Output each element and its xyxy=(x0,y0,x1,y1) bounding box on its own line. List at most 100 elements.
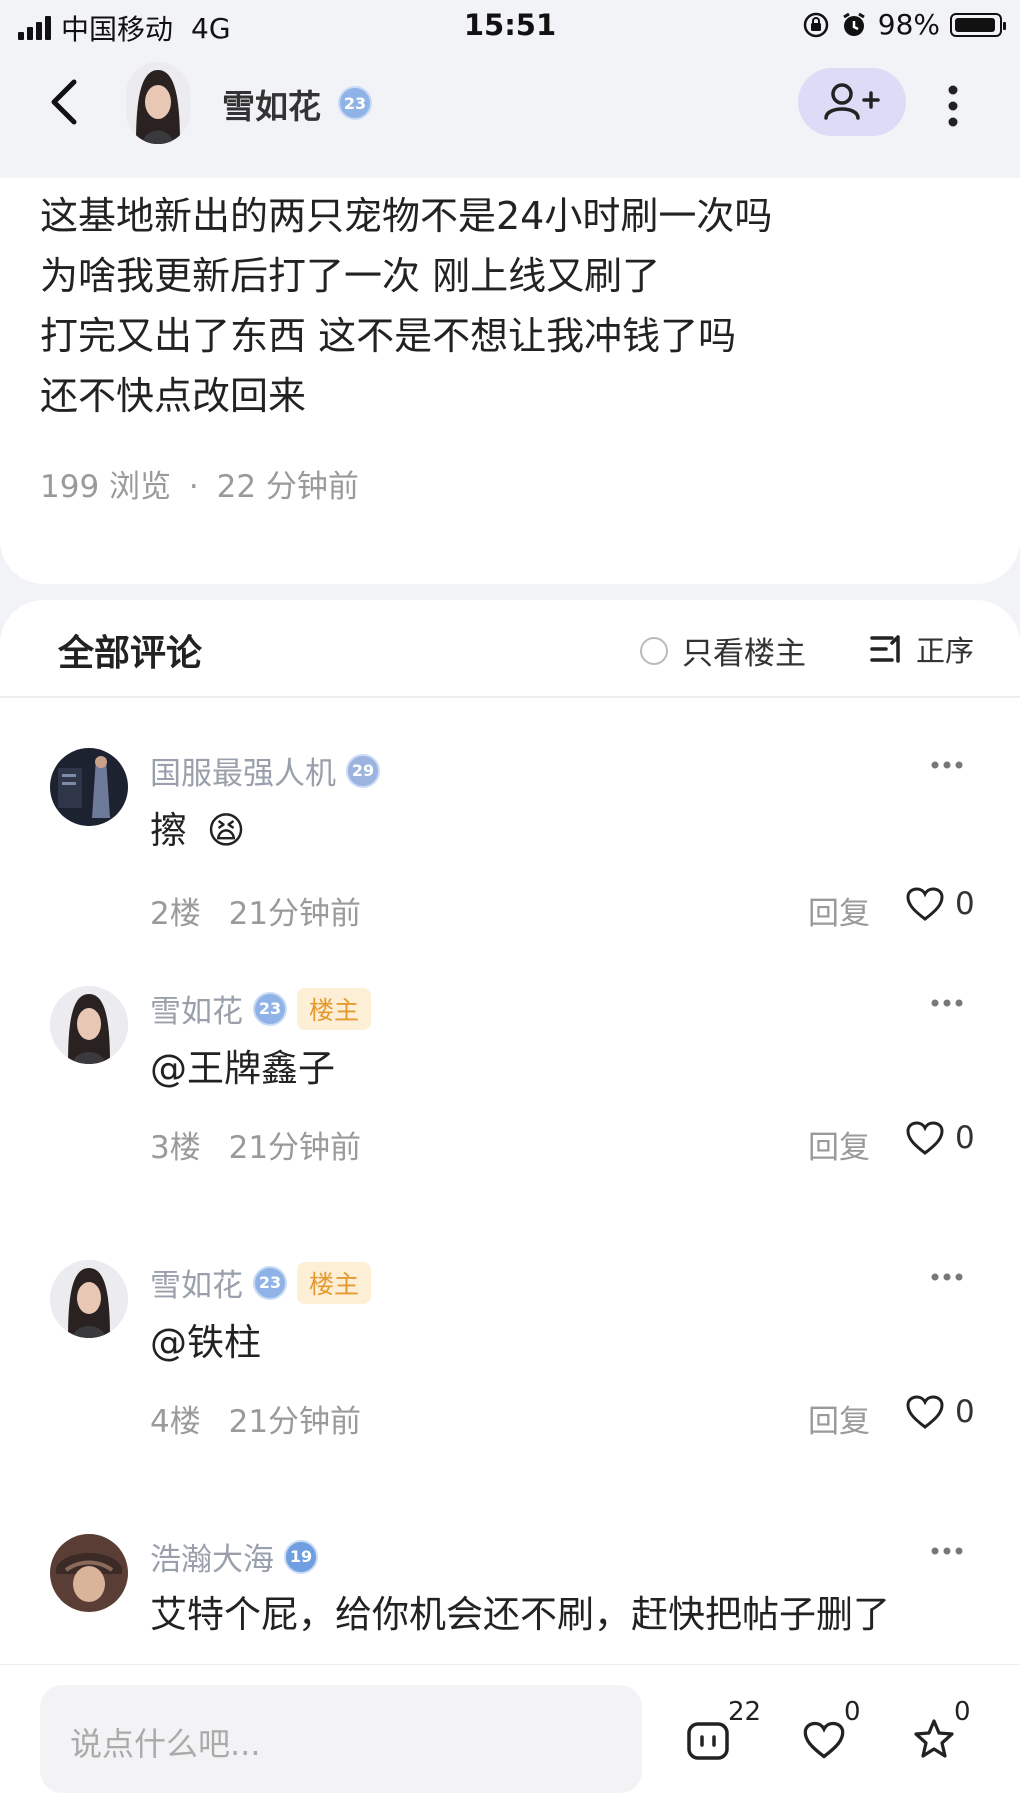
only-op-toggle[interactable]: 只看楼主 xyxy=(640,628,806,673)
battery-icon xyxy=(950,12,1006,37)
comment-time: 21分钟前 xyxy=(228,1404,362,1440)
commenter-avatar[interactable] xyxy=(50,1534,128,1612)
commenter-name[interactable]: 浩瀚大海 xyxy=(150,1534,274,1579)
like-button[interactable]: 0 xyxy=(905,886,975,922)
star-icon xyxy=(914,1719,954,1758)
sort-toggle[interactable]: 正序 xyxy=(870,628,974,670)
comment-text-body: 擦 xyxy=(150,809,187,852)
level-badge: 29 xyxy=(346,753,380,788)
more-vertical-icon[interactable] xyxy=(945,84,961,128)
comment-footer: 4楼 21分钟前 xyxy=(150,1396,361,1441)
commenter-name-row: 浩瀚大海 19 xyxy=(150,1534,318,1579)
anime-character-avatar-icon xyxy=(50,1534,128,1612)
comment-time: 21分钟前 xyxy=(228,896,362,932)
op-badge: 楼主 xyxy=(297,987,372,1030)
comment-text: 艾特个屁，给你机会还不刷，赶快把帖子删了 xyxy=(150,1593,890,1636)
comment-text: @王牌鑫子 xyxy=(150,1047,335,1090)
favorite-button[interactable]: 0 xyxy=(912,1697,992,1775)
tired-face-emoji-icon: 😫 xyxy=(206,809,246,852)
commenter-name[interactable]: 国服最强人机 xyxy=(150,748,336,793)
post-header: 雪如花 23 xyxy=(0,52,1020,178)
post-line: 这基地新出的两只宠物不是24小时刷一次吗 xyxy=(40,194,773,238)
radio-icon xyxy=(640,636,668,665)
more-horizontal-icon[interactable] xyxy=(930,1272,964,1282)
status-right: 98% xyxy=(802,8,1006,41)
comment-time: 21分钟前 xyxy=(228,1130,362,1166)
alarm-icon xyxy=(842,12,865,36)
female-portrait-avatar-icon xyxy=(50,986,128,1064)
commenter-name-row: 雪如花 23 楼主 xyxy=(150,986,372,1031)
comment-item: 雪如花 23 楼主 @王牌鑫子 3楼 21分钟前 回复 0 xyxy=(0,986,1020,1256)
author-name[interactable]: 雪如花 xyxy=(222,80,321,128)
comment-item: 国服最强人机 29 擦 😫 2楼 21分钟前 回复 0 xyxy=(0,748,1020,1018)
like-count: 0 xyxy=(955,1394,975,1430)
post-like-count: 0 xyxy=(844,1697,861,1727)
post-line: 为啥我更新后打了一次 刚上线又刷了 xyxy=(40,254,661,298)
like-count: 0 xyxy=(955,1120,975,1156)
more-horizontal-icon[interactable] xyxy=(930,998,964,1008)
comment-text: 擦 😫 xyxy=(150,800,245,854)
level-badge: 19 xyxy=(284,1539,318,1574)
more-horizontal-icon[interactable] xyxy=(930,760,964,770)
op-badge: 楼主 xyxy=(297,1261,372,1304)
comment-icon xyxy=(687,1722,729,1760)
like-button[interactable]: 0 xyxy=(905,1394,975,1430)
post-time: 22 分钟前 xyxy=(216,469,359,505)
status-bar: 中国移动 4G 15:51 98% xyxy=(0,0,1020,52)
favorite-count: 0 xyxy=(954,1697,971,1727)
floor-number: 3楼 xyxy=(150,1130,201,1166)
commenter-name-row: 国服最强人机 29 xyxy=(150,748,380,793)
comment-count-button[interactable]: 22 xyxy=(686,1697,766,1775)
bottom-action-bar: 说点什么吧... 22 0 0 xyxy=(0,1664,1020,1814)
reply-button[interactable]: 回复 xyxy=(808,1396,870,1441)
comments-title: 全部评论 xyxy=(58,633,203,674)
comment-footer: 2楼 21分钟前 xyxy=(150,888,361,933)
follow-button[interactable] xyxy=(798,68,906,136)
level-badge: 23 xyxy=(253,991,287,1026)
commenter-name[interactable]: 雪如花 xyxy=(150,1260,243,1305)
commenter-avatar[interactable] xyxy=(50,748,128,826)
level-badge: 23 xyxy=(338,86,372,120)
comments-section: 全部评论 只看楼主 正序 国服最强人机 29 擦 😫 2楼 21分钟前 回复 0… xyxy=(0,600,1020,1813)
commenter-name[interactable]: 雪如花 xyxy=(150,986,243,1031)
heart-icon xyxy=(906,1395,944,1429)
sort-icon xyxy=(870,635,900,663)
post-card: 这基地新出的两只宠物不是24小时刷一次吗 为啥我更新后打了一次 刚上线又刷了 打… xyxy=(0,178,1020,584)
floor-number: 2楼 xyxy=(150,896,201,932)
like-button[interactable]: 0 xyxy=(905,1120,975,1156)
commenter-avatar[interactable] xyxy=(50,1260,128,1338)
comments-header: 全部评论 只看楼主 正序 xyxy=(0,600,1020,698)
back-arrow-icon[interactable] xyxy=(40,76,88,128)
reply-button[interactable]: 回复 xyxy=(808,1122,870,1167)
post-line: 还不快点改回来 xyxy=(40,374,307,418)
level-badge: 23 xyxy=(253,1265,287,1300)
female-portrait-avatar-icon xyxy=(126,62,190,144)
comment-input-placeholder: 说点什么吧... xyxy=(70,1725,261,1763)
commenter-avatar[interactable] xyxy=(50,986,128,1064)
meta-separator: · xyxy=(188,469,199,505)
battery-percent: 98% xyxy=(877,8,940,41)
comment-input[interactable]: 说点什么吧... xyxy=(40,1685,642,1793)
comment-footer: 3楼 21分钟前 xyxy=(150,1122,361,1167)
floor-number: 4楼 xyxy=(150,1404,201,1440)
comment-text: @铁柱 xyxy=(150,1321,261,1364)
sort-label: 正序 xyxy=(916,634,975,668)
commenter-name-row: 雪如花 23 楼主 xyxy=(150,1260,372,1305)
heart-icon xyxy=(906,887,944,921)
game-character-avatar-icon xyxy=(50,748,128,826)
post-meta: 199 浏览 · 22 分钟前 xyxy=(40,461,359,506)
comment-count: 22 xyxy=(728,1697,762,1727)
author-avatar[interactable] xyxy=(126,62,190,144)
post-line: 打完又出了东西 这不是不想让我冲钱了吗 xyxy=(40,314,737,358)
reply-button[interactable]: 回复 xyxy=(808,888,870,933)
add-user-icon xyxy=(824,83,880,120)
female-portrait-avatar-icon xyxy=(50,1260,128,1338)
only-op-label: 只看楼主 xyxy=(682,636,806,672)
more-horizontal-icon[interactable] xyxy=(930,1546,964,1556)
comment-item: 雪如花 23 楼主 @铁柱 4楼 21分钟前 回复 0 xyxy=(0,1260,1020,1530)
rotation-lock-icon xyxy=(803,12,829,37)
view-count: 199 浏览 xyxy=(40,469,172,505)
post-like-button[interactable]: 0 xyxy=(802,1697,882,1775)
heart-icon xyxy=(803,1721,845,1759)
post-body: 这基地新出的两只宠物不是24小时刷一次吗 为啥我更新后打了一次 刚上线又刷了 打… xyxy=(40,186,772,426)
